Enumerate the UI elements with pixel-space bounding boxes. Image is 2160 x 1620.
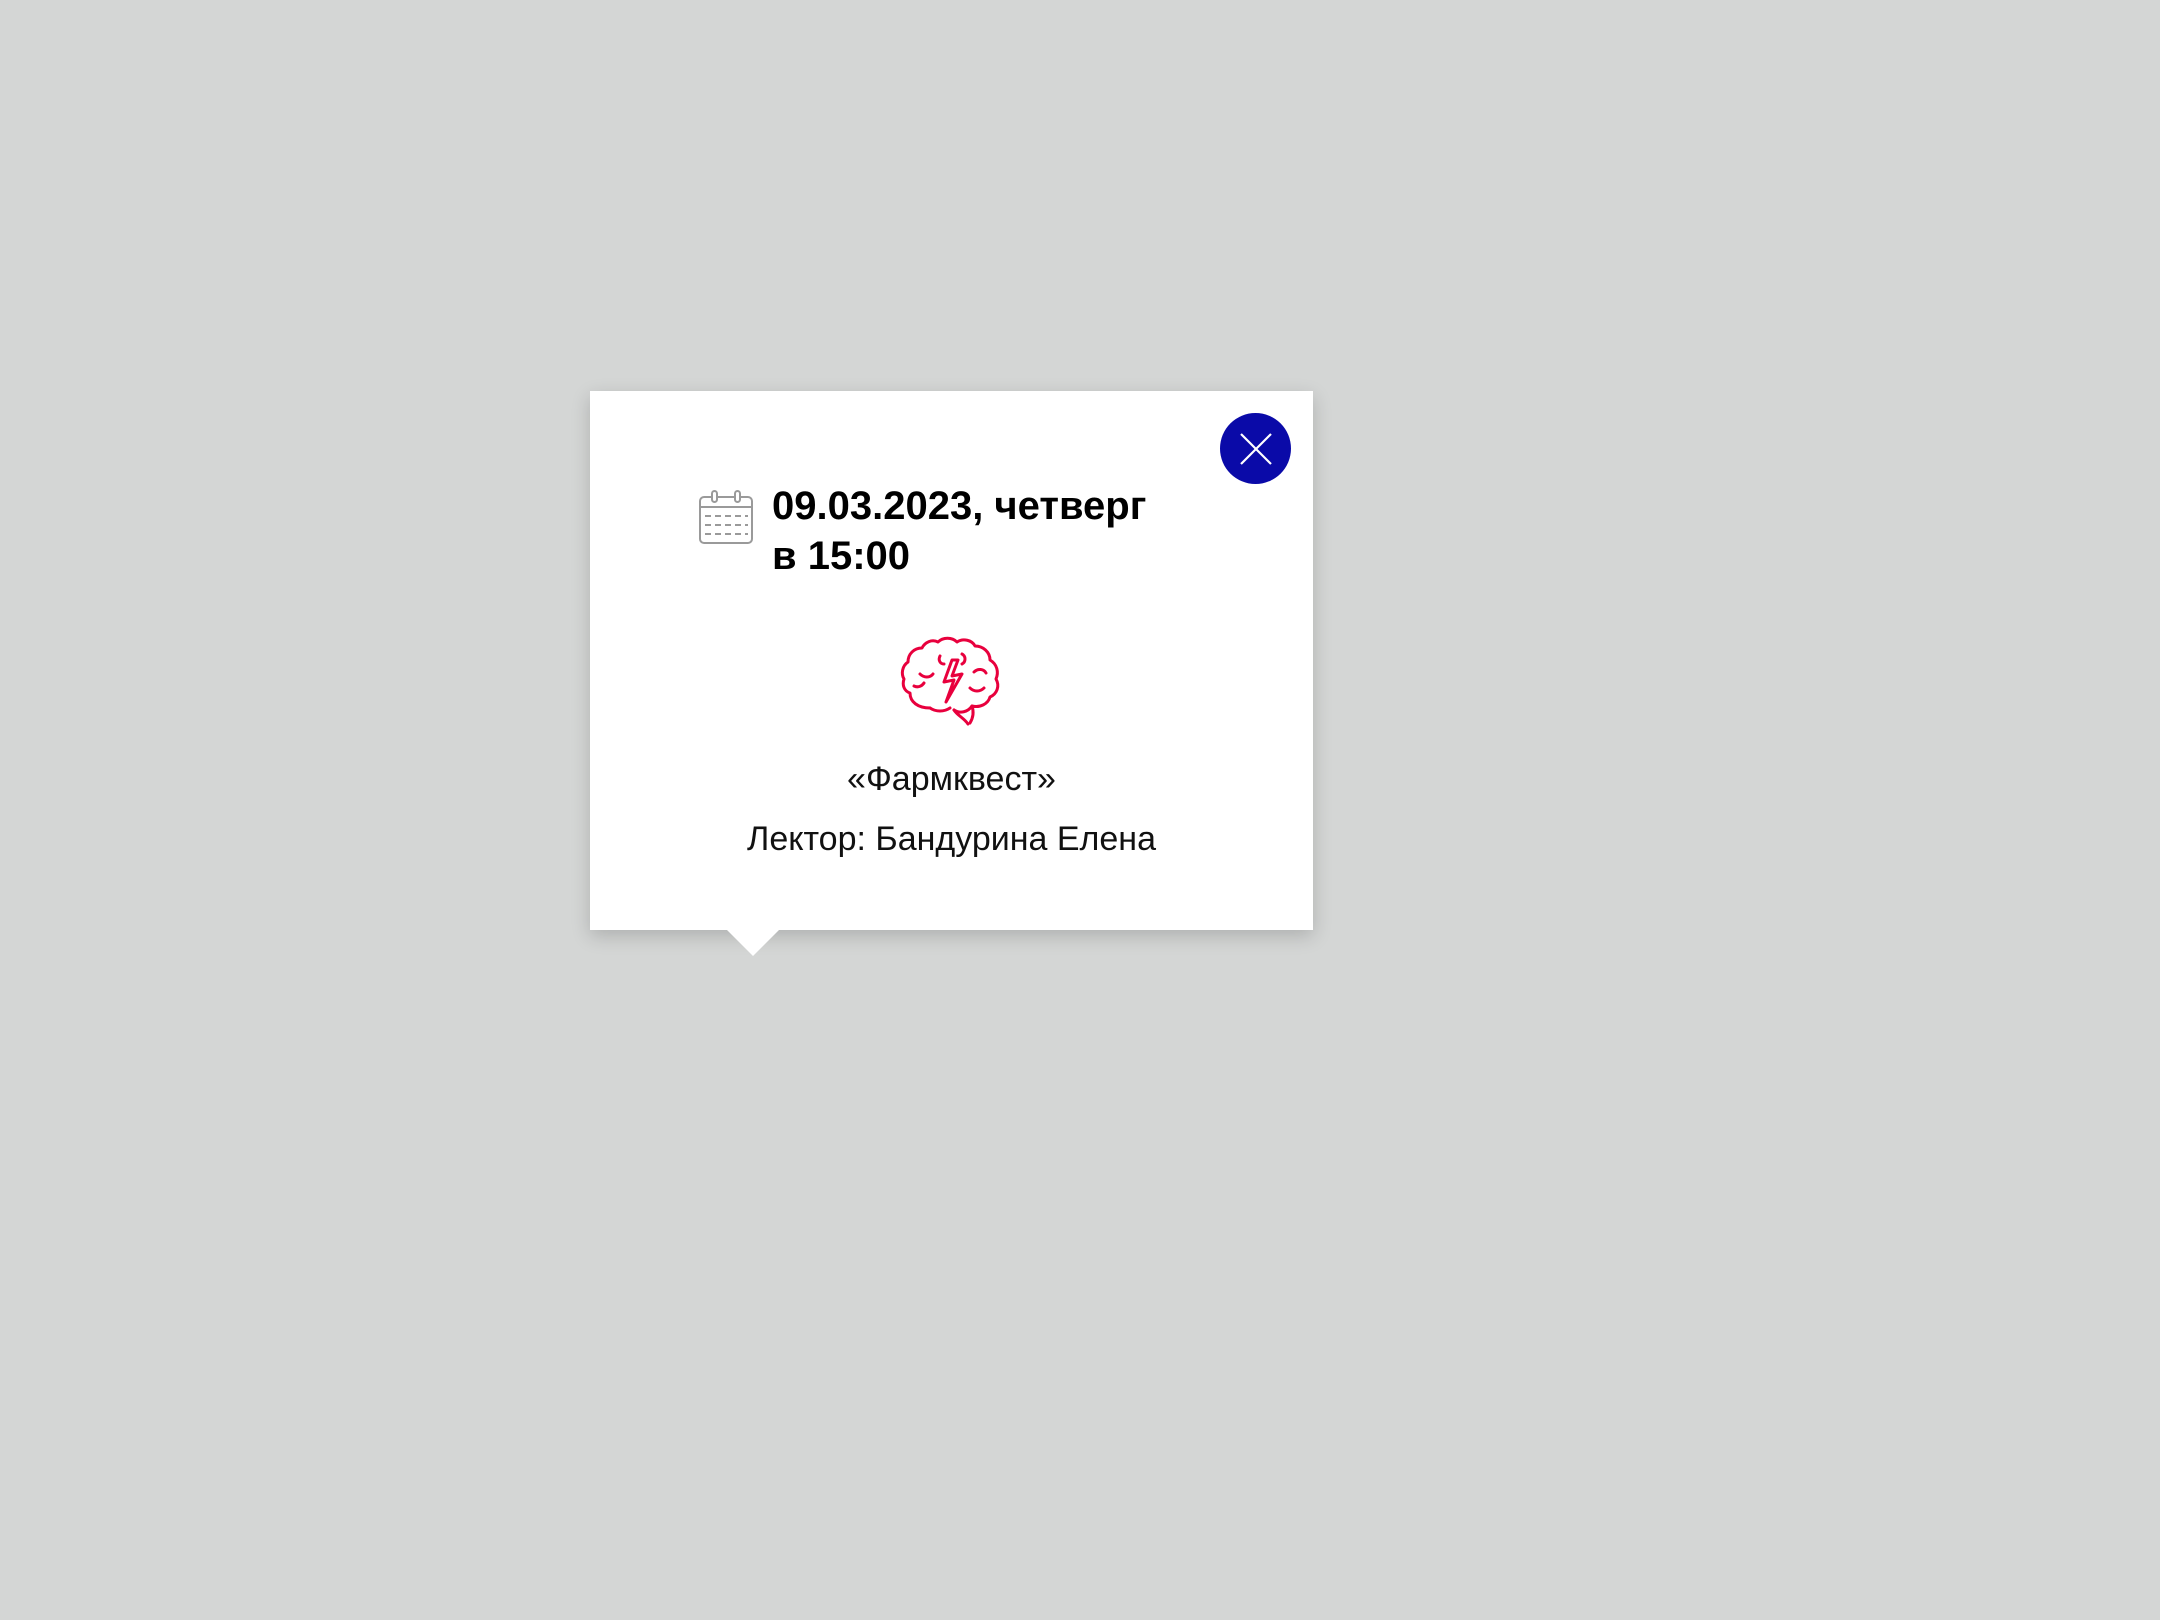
event-datetime: 09.03.2023, четверг в 15:00 bbox=[772, 481, 1146, 581]
event-lecturer: Лектор: Бандурина Елена bbox=[747, 820, 1156, 858]
event-time: в 15:00 bbox=[772, 534, 911, 578]
close-icon bbox=[1239, 432, 1272, 465]
event-date: 09.03.2023, четверг bbox=[772, 484, 1147, 528]
event-popup: 09.03.2023, четверг в 15:00 «Фармквест» … bbox=[590, 391, 1313, 956]
close-button[interactable] bbox=[1220, 413, 1291, 484]
calendar-icon bbox=[699, 490, 753, 544]
popup-pointer bbox=[727, 930, 779, 956]
event-title: «Фармквест» bbox=[847, 760, 1056, 798]
brain-lightning-icon bbox=[900, 636, 1000, 726]
event-date-row: 09.03.2023, четверг в 15:00 bbox=[698, 481, 1146, 581]
